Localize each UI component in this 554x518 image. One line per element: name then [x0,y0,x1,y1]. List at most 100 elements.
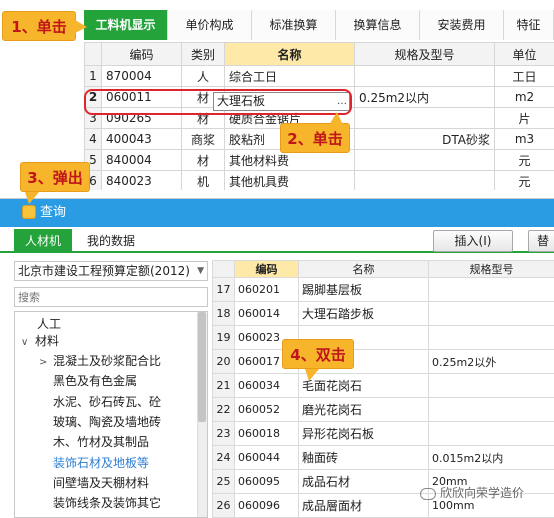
cell-name[interactable]: 踢脚基层板 [299,278,429,302]
tab-unit-price-composition[interactable]: 单价构成 [168,10,252,40]
cell-code[interactable]: 060018 [235,422,299,446]
tab-features[interactable]: 特征 [504,10,554,40]
cell-code[interactable]: 840004 [102,150,182,171]
cell-code[interactable]: 870004 [102,66,182,87]
grid-header: 编码 类别 名称 规格及型号 单位 [85,43,554,66]
tab-installation-fee[interactable]: 安装费用 [420,10,504,40]
tree-node-wood-bamboo[interactable]: 木、竹材及其制品 [53,432,149,453]
cell-spec[interactable] [429,278,554,302]
cell-spec[interactable] [355,150,495,171]
cell-spec[interactable]: DTA砂浆 [355,129,495,150]
cell-spec[interactable] [355,66,495,87]
cell-spec[interactable] [355,108,495,129]
row-number: 21 [213,374,235,398]
table-row[interactable]: 23060018异形花岗石板 [213,422,554,446]
replace-button[interactable]: 替 [528,230,554,252]
table-row[interactable]: 1 870004 人 综合工日 工日 [85,66,554,87]
cell-unit[interactable]: 元 [495,150,554,171]
insert-button[interactable]: 插入(I) [433,230,513,252]
cell-name[interactable]: 大理石踏步板 [299,302,429,326]
cell-type[interactable]: 人 [182,66,225,87]
col-header-code[interactable]: 编码 [235,261,299,278]
tab-material-machine-display[interactable]: 工料机显示 [84,10,168,40]
cell-name[interactable]: 综合工日 [225,66,355,87]
tree-node-decorative-stone[interactable]: 装饰石材及地板等 [53,453,149,474]
callout-step-3: 3、弹出 [20,162,90,192]
cell-name[interactable]: 成品石材 [299,470,429,494]
table-row-target[interactable]: 21060034毛面花岗石 [213,374,554,398]
cell-code[interactable]: 060095 [235,470,299,494]
row-number: 18 [213,302,235,326]
cell-unit[interactable]: 片 [495,108,554,129]
chevron-right-icon[interactable]: > [39,352,53,373]
cell-spec[interactable] [429,398,554,422]
cell-code[interactable]: 400043 [102,129,182,150]
tree-node-concrete-mortar[interactable]: >混凝土及砂浆配合比 [39,351,161,372]
col-header-spec[interactable]: 规格型号 [429,261,554,278]
col-header-name[interactable]: 名称 [299,261,429,278]
col-header-spec[interactable]: 规格及型号 [355,43,495,66]
callout-step-2: 2、单击 [280,123,350,153]
cell-spec[interactable] [429,302,554,326]
tab-resources[interactable]: 人材机 [14,229,72,253]
col-header-name[interactable]: 名称 [225,43,355,66]
table-row[interactable]: 24060044釉面砖0.015m2以内 [213,446,554,470]
cell-code[interactable]: 060014 [235,302,299,326]
row-number: 4 [85,129,102,150]
cell-type[interactable]: 材 [182,150,225,171]
expand-icon[interactable]: ∨ [21,332,35,353]
resource-grid: 编码 类别 名称 规格及型号 单位 1 870004 人 综合工日 工日 2 0… [84,42,554,190]
cell-name[interactable]: 釉面砖 [299,446,429,470]
cell-unit[interactable]: 工日 [495,66,554,87]
tree-node-glass-ceramics[interactable]: 玻璃、陶瓷及墙地砖 [53,412,161,433]
cell-spec[interactable]: 0.25m2以外 [429,350,554,374]
cell-name[interactable]: 磨光花岗石 [299,398,429,422]
cell-spec[interactable]: 0.015m2以内 [429,446,554,470]
tab-standard-conversion[interactable]: 标准换算 [252,10,336,40]
cell-spec[interactable] [429,326,554,350]
cell-unit[interactable]: 元 [495,171,554,191]
tab-my-data[interactable]: 我的数据 [76,229,146,253]
cell-type[interactable]: 机 [182,171,225,191]
row-number: 23 [213,422,235,446]
tree-node-decorative-lines[interactable]: 装饰线条及装饰其它 [53,493,161,514]
cell-code[interactable]: 060096 [235,494,299,518]
table-row[interactable]: 17060201踢脚基层板 [213,278,554,302]
table-row[interactable]: 22060052磨光花岗石 [213,398,554,422]
tab-conversion-info[interactable]: 换算信息 [336,10,420,40]
col-header-code[interactable]: 编码 [102,43,182,66]
scrollbar-thumb[interactable] [198,312,206,422]
tree-node-metals[interactable]: 黑色及有色金属 [53,371,137,392]
quota-library-select[interactable]: 北京市建设工程预算定额(2012) ▼ [14,261,208,281]
cell-name[interactable]: 成品層面材 [299,494,429,518]
cell-code[interactable]: 060044 [235,446,299,470]
cell-spec[interactable] [429,374,554,398]
cell-name[interactable]: 其他机具费 [225,171,355,191]
dialog-title-bar[interactable]: 查询 [0,199,554,227]
search-input[interactable] [14,287,208,307]
cell-code[interactable]: 840023 [102,171,182,191]
cell-unit[interactable]: m3 [495,129,554,150]
tree-node-label: 水泥、砂石砖瓦、砼 [53,395,161,409]
tree-node-partition-ceiling[interactable]: 间壁墙及天棚材料 [53,473,149,494]
cell-code[interactable]: 060034 [235,374,299,398]
cell-unit[interactable]: m2 [495,87,554,108]
cell-code[interactable]: 060201 [235,278,299,302]
col-header-rownum [213,261,235,278]
tree-node-label: 人工 [37,317,61,331]
cell-spec[interactable]: 0.25m2以内 [355,87,495,108]
cell-code[interactable]: 060052 [235,398,299,422]
tree-node-materials[interactable]: ∨材料 [21,331,59,352]
table-row[interactable]: 6 840023 机 其他机具费 元 [85,171,554,191]
table-row[interactable]: 18060014大理石踏步板 [213,302,554,326]
tree-node-cement-sand[interactable]: 水泥、砂石砖瓦、砼 [53,392,161,413]
col-header-type[interactable]: 类别 [182,43,225,66]
cell-name[interactable]: 异形花岗石板 [299,422,429,446]
table-row[interactable]: 200600170.25m2以外 [213,350,554,374]
col-header-unit[interactable]: 单位 [495,43,554,66]
tree-scrollbar[interactable] [197,312,207,517]
cell-type[interactable]: 商浆 [182,129,225,150]
cell-spec[interactable] [355,171,495,191]
table-row[interactable]: 19060023 [213,326,554,350]
cell-spec[interactable] [429,422,554,446]
